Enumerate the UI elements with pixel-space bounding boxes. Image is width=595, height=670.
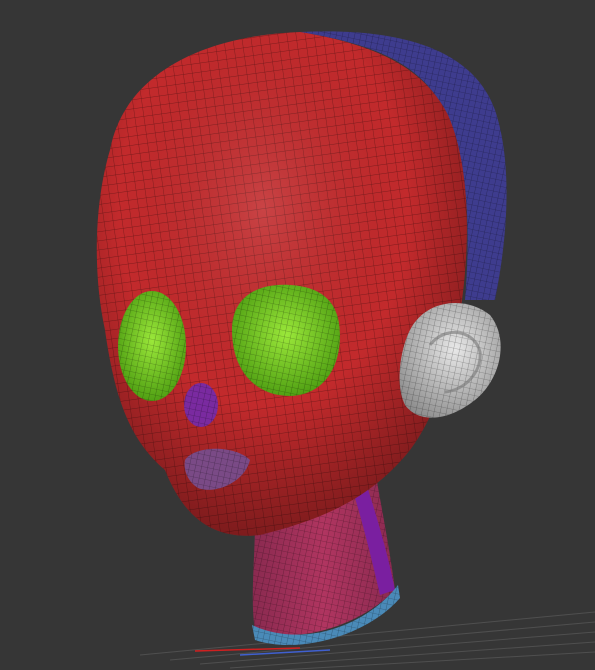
head-mesh [96, 32, 467, 536]
viewport-canvas[interactable] [0, 0, 595, 670]
nose-polygroup [184, 383, 218, 427]
left-eye-polygroup [118, 291, 186, 401]
3d-viewport[interactable] [0, 0, 595, 670]
